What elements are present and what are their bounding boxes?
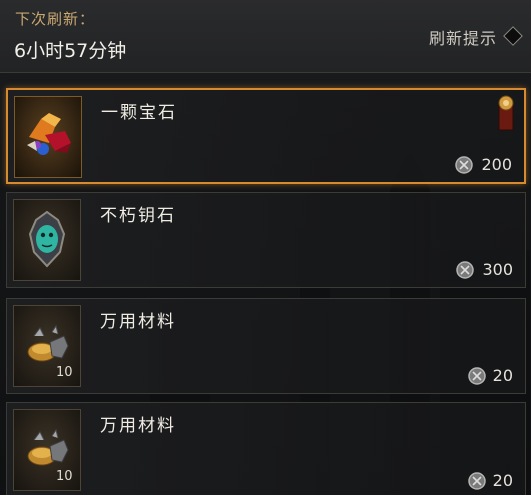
keystone-icon [28, 210, 66, 268]
item-name: 万用材料 [100, 312, 176, 332]
shop-item-crafting-material[interactable]: 10 万用材料 20 [6, 402, 526, 495]
item-quantity: 10 [56, 469, 73, 484]
item-price: 200 [481, 155, 512, 174]
gem-cluster-icon [27, 113, 71, 155]
item-price: 300 [482, 260, 513, 279]
refresh-hint-button[interactable]: 刷新提示 [429, 25, 497, 49]
item-name: 不朽钥石 [100, 206, 176, 226]
shop-item-crafting-material[interactable]: 10 万用材料 20 [6, 298, 526, 394]
coin-icon [455, 156, 473, 174]
coin-icon [468, 472, 486, 490]
item-price: 20 [492, 366, 513, 385]
shop-item-gem[interactable]: 一颗宝石 200 [6, 88, 526, 184]
item-quantity: 10 [56, 365, 73, 380]
refresh-timer: 6小时57分钟 [14, 40, 127, 62]
item-name: 一颗宝石 [101, 103, 177, 123]
refresh-hint-toggle-icon[interactable] [503, 26, 523, 46]
next-refresh-label: 下次刷新： [15, 10, 96, 28]
coin-icon [456, 261, 474, 279]
coin-icon [468, 367, 486, 385]
bookmark-badge-icon [498, 95, 514, 131]
item-name: 万用材料 [100, 416, 176, 436]
item-icon-slot [14, 96, 82, 178]
refresh-header: 下次刷新： 6小时57分钟 刷新提示 [0, 0, 531, 73]
shop-item-keystone[interactable]: 不朽钥石 300 [6, 192, 526, 288]
item-price: 20 [492, 471, 513, 490]
item-icon-slot [13, 199, 81, 281]
